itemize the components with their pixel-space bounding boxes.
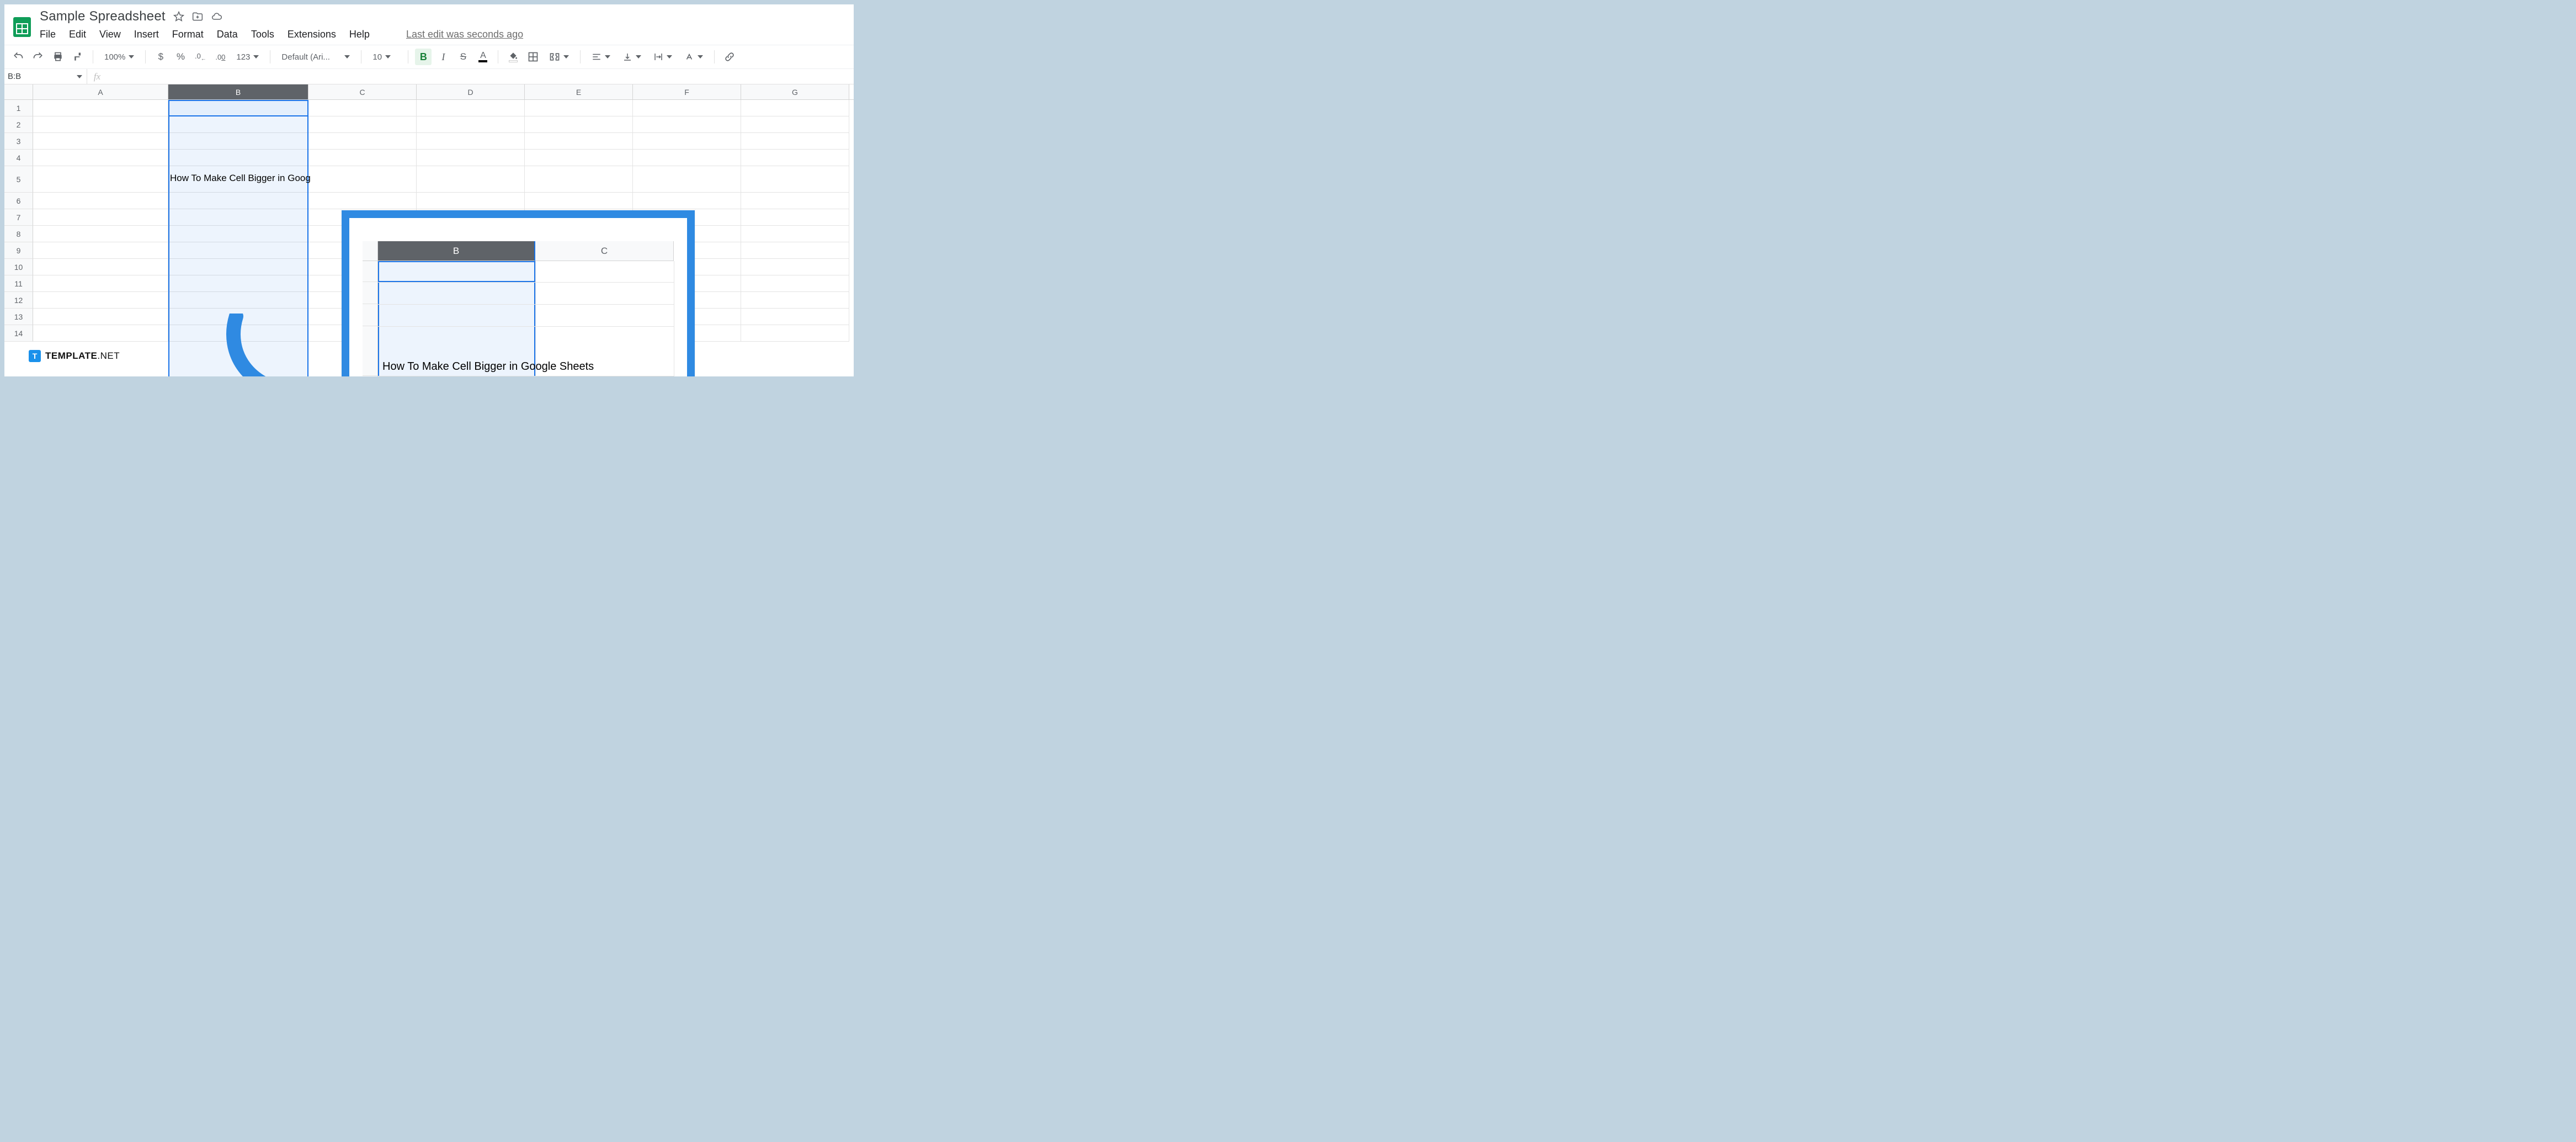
select-all-corner[interactable] [4, 84, 33, 99]
row-header-2[interactable]: 2 [4, 116, 33, 133]
text-wrap-dropdown[interactable] [649, 52, 677, 62]
row-header-11[interactable]: 11 [4, 275, 33, 292]
col-header-G[interactable]: G [741, 84, 849, 99]
font-size-value: 10 [372, 52, 382, 62]
merge-cells-dropdown[interactable] [545, 51, 573, 62]
zoom-value: 100% [104, 52, 125, 62]
decrease-decimal-button[interactable]: .0← [192, 49, 209, 65]
watermark: T TEMPLATE.NET [29, 350, 120, 362]
cloud-status-icon[interactable] [211, 11, 223, 22]
row-header-3[interactable]: 3 [4, 133, 33, 150]
fx-icon: fx [87, 71, 107, 82]
callout-inset: B C [342, 210, 695, 376]
font-size-dropdown[interactable]: 10 [368, 52, 401, 62]
watermark-text: TEMPLATE.NET [45, 350, 120, 362]
row-header-14[interactable]: 14 [4, 325, 33, 342]
borders-button[interactable] [525, 49, 541, 65]
menu-extensions[interactable]: Extensions [288, 29, 336, 40]
print-button[interactable] [50, 49, 66, 65]
formula-input[interactable] [107, 69, 854, 84]
font-family-dropdown[interactable]: Default (Ari... [277, 52, 354, 62]
insert-link-button[interactable] [721, 49, 738, 65]
menu-insert[interactable]: Insert [134, 29, 159, 40]
row-header-4[interactable]: 4 [4, 150, 33, 166]
text-rotation-dropdown[interactable] [680, 52, 707, 62]
row-header-5[interactable]: 5 [4, 166, 33, 193]
undo-button[interactable] [10, 49, 26, 65]
menu-bar: File Edit View Insert Format Data Tools … [40, 25, 523, 45]
watermark-logo-icon: T [29, 350, 41, 362]
name-box[interactable]: B:B [4, 69, 87, 84]
callout-cell-text: How To Make Cell Bigger in Google Sheets [382, 360, 594, 373]
row-header-13[interactable]: 13 [4, 309, 33, 325]
row-header-8[interactable]: 8 [4, 226, 33, 242]
menu-file[interactable]: File [40, 29, 56, 40]
col-header-E[interactable]: E [525, 84, 633, 99]
increase-decimal-button[interactable]: .00 [212, 49, 228, 65]
vertical-align-dropdown[interactable] [618, 52, 646, 62]
col-header-F[interactable]: F [633, 84, 741, 99]
row-headers: 1 2 3 4 5 6 7 8 9 10 11 12 13 14 [4, 100, 33, 342]
row-header-6[interactable]: 6 [4, 193, 33, 209]
title-bar: Sample Spreadsheet File Edit View Insert… [4, 4, 854, 45]
callout-col-header-B: B [378, 241, 535, 261]
move-icon[interactable] [192, 11, 203, 22]
cell-B5-value: How To Make Cell Bigger in Goog [170, 173, 311, 184]
more-formats-label: 123 [236, 52, 250, 62]
star-icon[interactable] [173, 11, 184, 22]
menu-data[interactable]: Data [217, 29, 238, 40]
bold-button[interactable]: B [415, 49, 432, 65]
spreadsheet-grid[interactable]: A B C D E F G 1 2 3 4 5 6 7 8 9 10 11 12… [4, 84, 854, 376]
toolbar: 100% $ % .0← .00 123 Default (Ari... 10 … [4, 45, 854, 69]
sheets-logo-icon[interactable] [10, 11, 34, 43]
text-color-button[interactable]: A [475, 49, 491, 65]
callout-col-header-C: C [535, 241, 674, 261]
font-family-value: Default (Ari... [281, 52, 340, 62]
column-headers: A B C D E F G [4, 84, 854, 100]
col-header-D[interactable]: D [417, 84, 525, 99]
redo-button[interactable] [30, 49, 46, 65]
name-box-value: B:B [8, 72, 21, 81]
row-header-7[interactable]: 7 [4, 209, 33, 226]
horizontal-align-dropdown[interactable] [587, 52, 615, 62]
menu-help[interactable]: Help [349, 29, 370, 40]
row-header-12[interactable]: 12 [4, 292, 33, 309]
col-header-C[interactable]: C [308, 84, 417, 99]
menu-view[interactable]: View [99, 29, 121, 40]
paint-format-button[interactable] [70, 49, 86, 65]
col-header-B[interactable]: B [168, 84, 308, 99]
row-header-10[interactable]: 10 [4, 259, 33, 275]
formula-bar: B:B fx [4, 69, 854, 84]
col-header-A[interactable]: A [33, 84, 168, 99]
currency-button[interactable]: $ [152, 49, 169, 65]
italic-button[interactable]: I [435, 49, 451, 65]
app-window: Sample Spreadsheet File Edit View Insert… [4, 4, 854, 376]
zoom-dropdown[interactable]: 100% [100, 52, 139, 62]
last-edit-link[interactable]: Last edit was seconds ago [406, 29, 523, 40]
menu-tools[interactable]: Tools [251, 29, 274, 40]
document-title[interactable]: Sample Spreadsheet [40, 9, 166, 24]
row-header-9[interactable]: 9 [4, 242, 33, 259]
row-header-1[interactable]: 1 [4, 100, 33, 116]
menu-edit[interactable]: Edit [69, 29, 86, 40]
more-formats-dropdown[interactable]: 123 [232, 52, 263, 62]
percent-button[interactable]: % [172, 49, 189, 65]
strikethrough-button[interactable]: S [455, 49, 471, 65]
menu-format[interactable]: Format [172, 29, 204, 40]
fill-color-button[interactable] [505, 49, 521, 65]
